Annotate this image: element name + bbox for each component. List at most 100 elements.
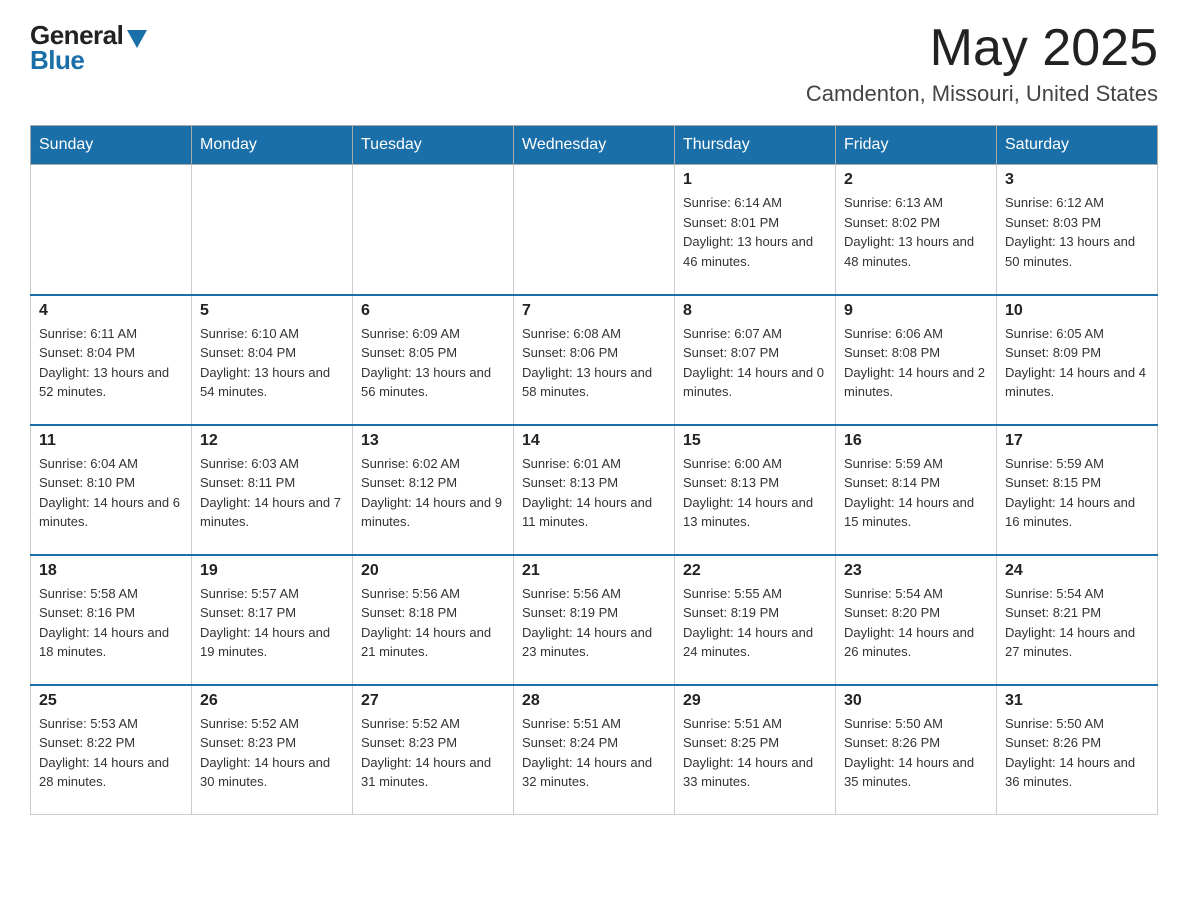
day-number: 9 [844, 302, 988, 320]
calendar-day-cell: 27 Sunrise: 5:52 AM Sunset: 8:23 PM Dayli… [353, 685, 514, 815]
day-info: Sunrise: 5:56 AM Sunset: 8:19 PM Dayligh… [522, 584, 666, 662]
calendar-day-cell: 20 Sunrise: 5:56 AM Sunset: 8:18 PM Dayli… [353, 555, 514, 685]
day-number: 17 [1005, 432, 1149, 450]
calendar-day-cell: 30 Sunrise: 5:50 AM Sunset: 8:26 PM Dayli… [836, 685, 997, 815]
day-number: 7 [522, 302, 666, 320]
day-info: Sunrise: 5:58 AM Sunset: 8:16 PM Dayligh… [39, 584, 183, 662]
calendar-day-cell: 16 Sunrise: 5:59 AM Sunset: 8:14 PM Dayli… [836, 425, 997, 555]
day-info: Sunrise: 5:51 AM Sunset: 8:25 PM Dayligh… [683, 714, 827, 792]
day-number: 3 [1005, 171, 1149, 189]
day-info: Sunrise: 5:55 AM Sunset: 8:19 PM Dayligh… [683, 584, 827, 662]
day-info: Sunrise: 5:57 AM Sunset: 8:17 PM Dayligh… [200, 584, 344, 662]
calendar-day-cell: 7 Sunrise: 6:08 AM Sunset: 8:06 PM Daylig… [514, 295, 675, 425]
calendar-day-cell: 22 Sunrise: 5:55 AM Sunset: 8:19 PM Dayli… [675, 555, 836, 685]
day-info: Sunrise: 6:11 AM Sunset: 8:04 PM Dayligh… [39, 324, 183, 402]
day-info: Sunrise: 5:52 AM Sunset: 8:23 PM Dayligh… [200, 714, 344, 792]
calendar-day-cell: 6 Sunrise: 6:09 AM Sunset: 8:05 PM Daylig… [353, 295, 514, 425]
day-info: Sunrise: 6:10 AM Sunset: 8:04 PM Dayligh… [200, 324, 344, 402]
day-number: 18 [39, 562, 183, 580]
day-info: Sunrise: 5:56 AM Sunset: 8:18 PM Dayligh… [361, 584, 505, 662]
calendar-week-row: 25 Sunrise: 5:53 AM Sunset: 8:22 PM Dayli… [31, 685, 1158, 815]
day-info: Sunrise: 6:08 AM Sunset: 8:06 PM Dayligh… [522, 324, 666, 402]
day-info: Sunrise: 6:13 AM Sunset: 8:02 PM Dayligh… [844, 193, 988, 271]
calendar-day-cell: 23 Sunrise: 5:54 AM Sunset: 8:20 PM Dayli… [836, 555, 997, 685]
calendar-day-cell: 11 Sunrise: 6:04 AM Sunset: 8:10 PM Dayli… [31, 425, 192, 555]
day-number: 25 [39, 692, 183, 710]
calendar-day-cell: 13 Sunrise: 6:02 AM Sunset: 8:12 PM Dayli… [353, 425, 514, 555]
day-number: 11 [39, 432, 183, 450]
day-number: 23 [844, 562, 988, 580]
day-number: 6 [361, 302, 505, 320]
day-info: Sunrise: 6:05 AM Sunset: 8:09 PM Dayligh… [1005, 324, 1149, 402]
calendar-weekday-header: Friday [836, 126, 997, 165]
day-info: Sunrise: 5:50 AM Sunset: 8:26 PM Dayligh… [1005, 714, 1149, 792]
day-info: Sunrise: 6:06 AM Sunset: 8:08 PM Dayligh… [844, 324, 988, 402]
day-number: 10 [1005, 302, 1149, 320]
day-info: Sunrise: 5:59 AM Sunset: 8:15 PM Dayligh… [1005, 454, 1149, 532]
calendar-weekday-header: Saturday [997, 126, 1158, 165]
logo-triangle-icon [127, 30, 147, 48]
calendar-day-cell: 24 Sunrise: 5:54 AM Sunset: 8:21 PM Dayli… [997, 555, 1158, 685]
day-number: 30 [844, 692, 988, 710]
calendar-day-cell [31, 165, 192, 295]
day-number: 2 [844, 171, 988, 189]
calendar-weekday-header: Sunday [31, 126, 192, 165]
day-info: Sunrise: 5:52 AM Sunset: 8:23 PM Dayligh… [361, 714, 505, 792]
day-number: 14 [522, 432, 666, 450]
calendar-week-row: 18 Sunrise: 5:58 AM Sunset: 8:16 PM Dayli… [31, 555, 1158, 685]
day-number: 19 [200, 562, 344, 580]
day-info: Sunrise: 6:14 AM Sunset: 8:01 PM Dayligh… [683, 193, 827, 271]
calendar-weekday-header: Thursday [675, 126, 836, 165]
calendar-day-cell: 25 Sunrise: 5:53 AM Sunset: 8:22 PM Dayli… [31, 685, 192, 815]
day-info: Sunrise: 5:54 AM Sunset: 8:20 PM Dayligh… [844, 584, 988, 662]
calendar-weekday-header: Wednesday [514, 126, 675, 165]
logo: General Blue [30, 20, 147, 76]
calendar-day-cell [192, 165, 353, 295]
calendar-day-cell: 19 Sunrise: 5:57 AM Sunset: 8:17 PM Dayli… [192, 555, 353, 685]
calendar-day-cell: 5 Sunrise: 6:10 AM Sunset: 8:04 PM Daylig… [192, 295, 353, 425]
calendar-day-cell: 21Sunrise: 5:56 AM Sunset: 8:19 PM Dayli… [514, 555, 675, 685]
day-number: 13 [361, 432, 505, 450]
calendar-day-cell: 18 Sunrise: 5:58 AM Sunset: 8:16 PM Dayli… [31, 555, 192, 685]
day-number: 20 [361, 562, 505, 580]
day-info: Sunrise: 6:09 AM Sunset: 8:05 PM Dayligh… [361, 324, 505, 402]
day-number: 22 [683, 562, 827, 580]
day-number: 24 [1005, 562, 1149, 580]
day-number: 16 [844, 432, 988, 450]
calendar-day-cell: 1 Sunrise: 6:14 AM Sunset: 8:01 PM Daylig… [675, 165, 836, 295]
calendar-week-row: 1 Sunrise: 6:14 AM Sunset: 8:01 PM Daylig… [31, 165, 1158, 295]
calendar-day-cell: 15Sunrise: 6:00 AM Sunset: 8:13 PM Dayli… [675, 425, 836, 555]
calendar-day-cell: 10 Sunrise: 6:05 AM Sunset: 8:09 PM Dayli… [997, 295, 1158, 425]
calendar-day-cell: 12Sunrise: 6:03 AM Sunset: 8:11 PM Dayli… [192, 425, 353, 555]
day-info: Sunrise: 5:54 AM Sunset: 8:21 PM Dayligh… [1005, 584, 1149, 662]
day-number: 8 [683, 302, 827, 320]
calendar-day-cell: 14 Sunrise: 6:01 AM Sunset: 8:13 PM Dayli… [514, 425, 675, 555]
calendar-day-cell: 9 Sunrise: 6:06 AM Sunset: 8:08 PM Daylig… [836, 295, 997, 425]
day-info: Sunrise: 5:50 AM Sunset: 8:26 PM Dayligh… [844, 714, 988, 792]
calendar-day-cell: 3 Sunrise: 6:12 AM Sunset: 8:03 PM Daylig… [997, 165, 1158, 295]
day-info: Sunrise: 6:07 AM Sunset: 8:07 PM Dayligh… [683, 324, 827, 402]
logo-blue-text: Blue [30, 45, 84, 76]
calendar-day-cell: 26 Sunrise: 5:52 AM Sunset: 8:23 PM Dayli… [192, 685, 353, 815]
day-number: 26 [200, 692, 344, 710]
calendar-day-cell [514, 165, 675, 295]
calendar-weekday-header: Tuesday [353, 126, 514, 165]
day-info: Sunrise: 6:01 AM Sunset: 8:13 PM Dayligh… [522, 454, 666, 532]
day-number: 1 [683, 171, 827, 189]
day-number: 4 [39, 302, 183, 320]
day-info: Sunrise: 6:03 AM Sunset: 8:11 PM Dayligh… [200, 454, 344, 532]
day-number: 27 [361, 692, 505, 710]
day-info: Sunrise: 6:02 AM Sunset: 8:12 PM Dayligh… [361, 454, 505, 532]
day-info: Sunrise: 5:59 AM Sunset: 8:14 PM Dayligh… [844, 454, 988, 532]
page-header: General Blue May 2025 Camdenton, Missour… [30, 20, 1158, 107]
day-info: Sunrise: 6:04 AM Sunset: 8:10 PM Dayligh… [39, 454, 183, 532]
day-info: Sunrise: 5:51 AM Sunset: 8:24 PM Dayligh… [522, 714, 666, 792]
calendar-day-cell: 28Sunrise: 5:51 AM Sunset: 8:24 PM Dayli… [514, 685, 675, 815]
calendar-week-row: 11 Sunrise: 6:04 AM Sunset: 8:10 PM Dayli… [31, 425, 1158, 555]
location-title: Camdenton, Missouri, United States [806, 81, 1158, 107]
calendar-week-row: 4 Sunrise: 6:11 AM Sunset: 8:04 PM Daylig… [31, 295, 1158, 425]
day-info: Sunrise: 5:53 AM Sunset: 8:22 PM Dayligh… [39, 714, 183, 792]
calendar-table: SundayMondayTuesdayWednesdayThursdayFrid… [30, 125, 1158, 815]
day-number: 5 [200, 302, 344, 320]
day-info: Sunrise: 6:12 AM Sunset: 8:03 PM Dayligh… [1005, 193, 1149, 271]
